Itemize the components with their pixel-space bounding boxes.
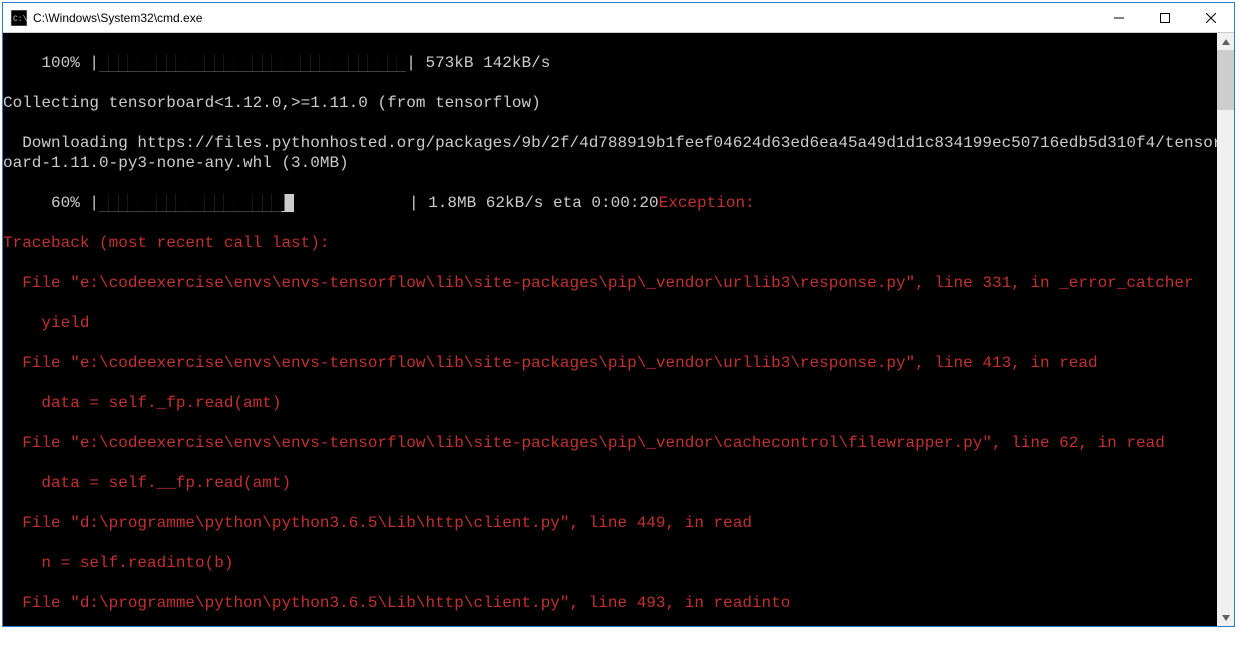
tb-line: File "e:\codeexercise\envs\envs-tensorfl… — [3, 353, 1234, 373]
progress1-percent: 100% — [41, 54, 79, 72]
traceback-header: Traceback (most recent call last): — [3, 233, 1234, 253]
close-button[interactable] — [1188, 3, 1234, 32]
svg-text:C:\: C:\ — [13, 15, 27, 24]
terminal-area[interactable]: 100% |████████████████████████████████| … — [3, 33, 1234, 626]
minimize-button[interactable] — [1096, 3, 1142, 32]
tb-line: data = self.__fp.read(amt) — [3, 473, 1234, 493]
terminal-content: 100% |████████████████████████████████| … — [3, 33, 1234, 626]
downloading-line: Downloading https://files.pythonhosted.o… — [3, 133, 1234, 173]
scroll-down-arrow[interactable] — [1217, 609, 1234, 626]
cmd-icon: C:\ — [11, 10, 27, 26]
tb-line: n = self.readinto(b) — [3, 553, 1234, 573]
maximize-button[interactable] — [1142, 3, 1188, 32]
scroll-up-arrow[interactable] — [1217, 33, 1234, 50]
collecting-line: Collecting tensorboard<1.12.0,>=1.11.0 (… — [3, 93, 1234, 113]
progress2-percent: 60% — [51, 194, 80, 212]
tb-line: File "d:\programme\python\python3.6.5\Li… — [3, 593, 1234, 613]
exception-label: Exception: — [659, 194, 755, 212]
scrollbar-thumb[interactable] — [1217, 50, 1234, 110]
scrollbar-track[interactable] — [1217, 50, 1234, 609]
progress2-rate: 1.8MB 62kB/s eta 0:00:20 — [428, 194, 658, 212]
tb-line: File "e:\codeexercise\envs\envs-tensorfl… — [3, 273, 1234, 293]
tb-line: File "e:\codeexercise\envs\envs-tensorfl… — [3, 433, 1234, 453]
window-title: C:\Windows\System32\cmd.exe — [33, 11, 1096, 25]
tb-line: data = self._fp.read(amt) — [3, 393, 1234, 413]
progress1-rate: 573kB 142kB/s — [425, 54, 550, 72]
tb-line: File "d:\programme\python\python3.6.5\Li… — [3, 513, 1234, 533]
titlebar[interactable]: C:\ C:\Windows\System32\cmd.exe — [3, 3, 1234, 33]
cmd-window: C:\ C:\Windows\System32\cmd.exe 100% |██… — [2, 2, 1235, 627]
window-controls — [1096, 3, 1234, 32]
vertical-scrollbar[interactable] — [1217, 33, 1234, 626]
tb-line: yield — [3, 313, 1234, 333]
